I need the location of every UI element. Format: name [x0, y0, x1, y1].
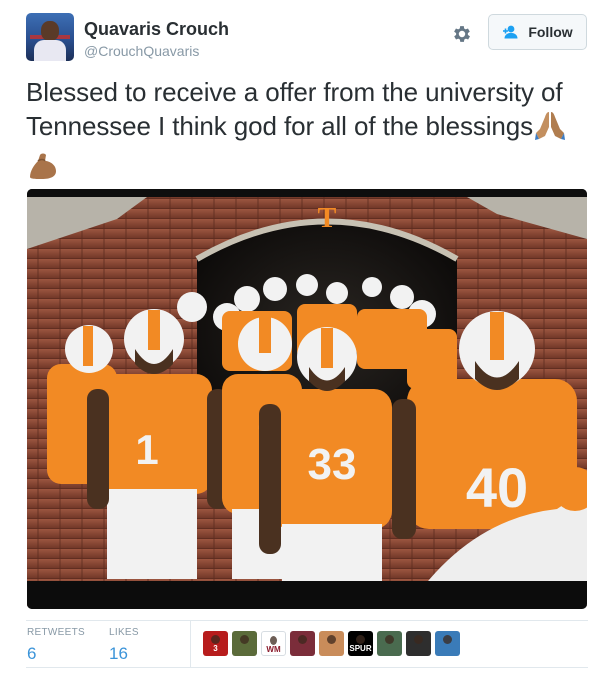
stats-separator — [190, 621, 191, 667]
liker-avatar-5[interactable] — [319, 631, 344, 656]
follow-button[interactable]: Follow — [488, 14, 587, 50]
liker-figure — [270, 636, 277, 645]
screen-name[interactable]: @CrouchQuavaris — [84, 43, 199, 59]
liker-avatars: 3 WM SPUR — [203, 631, 460, 656]
liker-figure — [356, 635, 365, 644]
liker-figure — [443, 635, 452, 644]
tunnel-t-logo: T — [318, 203, 337, 234]
follow-label: Follow — [528, 24, 573, 40]
profile-avatar[interactable] — [26, 13, 74, 61]
tweet-text: Blessed to receive a offer from the univ… — [26, 75, 588, 189]
liker-figure — [240, 635, 249, 644]
liker-avatar-9[interactable] — [435, 631, 460, 656]
liker-avatar-6[interactable]: SPUR — [348, 631, 373, 656]
jersey-number-40: 40 — [466, 456, 528, 519]
retweets-label: RETWEETS — [27, 627, 85, 638]
stats-divider-top — [26, 620, 588, 621]
stats-divider-bottom — [26, 667, 588, 668]
liker-figure — [211, 635, 220, 644]
tweet-body: Blessed to receive a offer from the univ… — [26, 77, 563, 141]
retweets-stat[interactable]: RETWEETS 6 — [27, 627, 85, 664]
liker-avatar-3[interactable]: WM — [261, 631, 286, 656]
gear-icon[interactable] — [451, 23, 473, 45]
retweets-count: 6 — [27, 644, 37, 663]
liker-avatar-7[interactable] — [377, 631, 402, 656]
jersey-number-1: 1 — [135, 426, 158, 473]
liker-figure — [327, 635, 336, 644]
likes-label: LIKES — [109, 627, 139, 638]
likes-count: 16 — [109, 644, 128, 663]
tweet-header: Quavaris Crouch @CrouchQuavaris Follow — [26, 13, 591, 63]
liker-avatar-4[interactable] — [290, 631, 315, 656]
liker-figure — [385, 635, 394, 644]
liker-avatar-text: WM — [266, 645, 281, 654]
jersey-number-33: 33 — [308, 440, 357, 489]
display-name[interactable]: Quavaris Crouch — [84, 19, 229, 40]
liker-avatar-1[interactable]: 3 — [203, 631, 228, 656]
add-user-icon — [502, 25, 522, 39]
folded-hands-emoji — [533, 109, 567, 149]
liker-avatar-8[interactable] — [406, 631, 431, 656]
liker-avatar-text: 3 — [213, 644, 218, 653]
liker-figure — [298, 635, 307, 644]
liker-avatar-2[interactable] — [232, 631, 257, 656]
tweet-photo[interactable]: T 1 33 40 — [27, 189, 587, 609]
liker-avatar-text: SPUR — [349, 644, 372, 653]
flexed-biceps-emoji — [26, 151, 60, 189]
liker-figure — [414, 635, 423, 644]
likes-stat[interactable]: LIKES 16 — [109, 627, 139, 664]
